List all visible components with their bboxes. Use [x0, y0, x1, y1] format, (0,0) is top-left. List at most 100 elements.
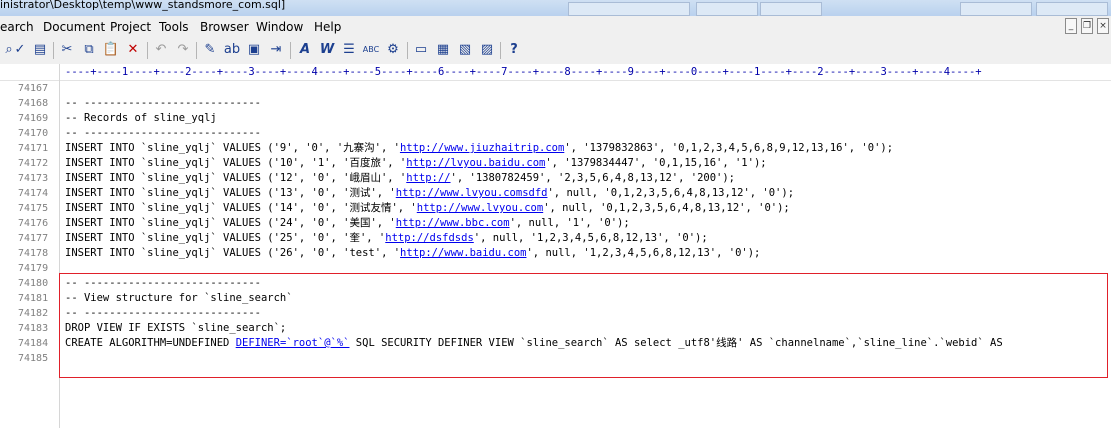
code-text: -- ---------------------------- — [65, 277, 261, 289]
line-number: 74180 — [18, 278, 49, 289]
format-italic-icon[interactable]: A — [296, 41, 314, 59]
code-text: -- Records of sline_yqlj — [65, 112, 217, 124]
redo-icon[interactable]: ↷ — [174, 41, 192, 59]
abc-icon[interactable]: ABC — [362, 41, 380, 59]
background-window-ghost — [568, 2, 690, 16]
code-line[interactable]: INSERT INTO `sline_yqlj` VALUES ('14', '… — [65, 201, 790, 216]
menu-project[interactable]: Project — [110, 20, 151, 34]
column-ruler: ----+----1----+----2----+----3----+----4… — [0, 64, 1111, 81]
code-text: ', null, '0,1,2,3,5,6,4,8,13,12', '0'); — [547, 187, 795, 199]
menu-window[interactable]: Window — [256, 20, 303, 34]
code-line[interactable]: INSERT INTO `sline_yqlj` VALUES ('24', '… — [65, 216, 630, 231]
code-text: -- ---------------------------- — [65, 97, 261, 109]
copy-icon[interactable]: ⧉ — [80, 41, 98, 59]
code-line[interactable]: INSERT INTO `sline_yqlj` VALUES ('9', '0… — [65, 141, 893, 156]
line-number: 74182 — [18, 308, 49, 319]
code-link[interactable]: http://www.bbc.com — [396, 217, 510, 229]
line-number: 74173 — [18, 173, 49, 184]
toolbar-separator — [53, 42, 54, 59]
undo-icon[interactable]: ↶ — [152, 41, 170, 59]
code-text: INSERT INTO `sline_yqlj` VALUES ('24', '… — [65, 217, 396, 229]
code-line[interactable]: -- ---------------------------- — [65, 96, 261, 111]
code-line[interactable]: -- ---------------------------- — [65, 126, 261, 141]
tools-icon[interactable]: ⚙ — [384, 41, 402, 59]
code-link[interactable]: DEFINER=`root`@`%` — [236, 337, 350, 349]
code-text: INSERT INTO `sline_yqlj` VALUES ('13', '… — [65, 187, 396, 199]
line-number: 74168 — [18, 98, 49, 109]
code-link[interactable]: http://www.lvyou.comsdfd — [396, 187, 548, 199]
code-line[interactable]: CREATE ALGORITHM=UNDEFINED DEFINER=`root… — [65, 336, 1003, 351]
line-number: 74176 — [18, 218, 49, 229]
cut-icon[interactable]: ✂ — [58, 41, 76, 59]
title-bar: inistrator\Desktop\temp\www_standsmore_c… — [0, 0, 1111, 16]
close-icon[interactable]: × — [1097, 18, 1109, 34]
find-in-files-icon[interactable]: ▣ — [245, 41, 263, 59]
code-editor[interactable]: -- ---------------------------- -- Record… — [65, 81, 1111, 428]
code-text: CREATE ALGORITHM=UNDEFINED — [65, 337, 236, 349]
code-link[interactable]: http://lvyou.baidu.com — [406, 157, 545, 169]
code-text: ', null, '1', '0'); — [509, 217, 630, 229]
toolbar-separator — [196, 42, 197, 59]
toolbar: ⌕ ✓ ▤ ✂ ⧉ 📋 ✕ ↶ ↷ ✎ ab ▣ ⇥ A W ☰ ABC ⚙ ▭… — [0, 38, 1111, 65]
code-text: ', null, '1,2,3,4,5,6,8,12,13', '0'); — [526, 247, 761, 259]
menu-document[interactable]: Document — [43, 20, 105, 34]
code-text: -- ---------------------------- — [65, 307, 261, 319]
spellcheck-icon[interactable]: ✓ — [11, 41, 29, 59]
line-number: 74174 — [18, 188, 49, 199]
code-text: INSERT INTO `sline_yqlj` VALUES ('26', '… — [65, 247, 401, 259]
help-icon[interactable]: ? — [505, 41, 523, 59]
document-window-controls: _ ❐ × — [1065, 18, 1109, 35]
code-line[interactable]: -- ---------------------------- — [65, 306, 261, 321]
menu-help[interactable]: Help — [314, 20, 341, 34]
delete-icon[interactable]: ✕ — [124, 41, 142, 59]
code-link[interactable]: http://dsfdsds — [385, 232, 474, 244]
code-line[interactable]: INSERT INTO `sline_yqlj` VALUES ('10', '… — [65, 156, 767, 171]
code-line[interactable]: INSERT INTO `sline_yqlj` VALUES ('26', '… — [65, 246, 760, 261]
replace-icon[interactable]: ab — [223, 41, 241, 59]
toolbar-separator — [290, 42, 291, 59]
menu-bar: earch Document Project Tools Browser Win… — [0, 16, 1111, 38]
code-text: INSERT INTO `sline_yqlj` VALUES ('12', '… — [65, 172, 407, 184]
code-line[interactable]: DROP VIEW IF EXISTS `sline_search`; — [65, 321, 286, 336]
code-link[interactable]: http://www.baidu.com — [400, 247, 526, 259]
line-number: 74171 — [18, 143, 49, 154]
line-number: 74172 — [18, 158, 49, 169]
panel3-icon[interactable]: ▧ — [456, 41, 474, 59]
line-number: 74178 — [18, 248, 49, 259]
toolbar-separator — [500, 42, 501, 59]
menu-tools[interactable]: Tools — [159, 20, 189, 34]
paste-icon[interactable]: 📋 — [102, 41, 120, 59]
format-w-icon[interactable]: W — [318, 41, 336, 59]
code-link[interactable]: http://www.jiuzhaitrip.com — [400, 142, 564, 154]
list-icon[interactable]: ☰ — [340, 41, 358, 59]
panel2-icon[interactable]: ▦ — [434, 41, 452, 59]
code-text: INSERT INTO `sline_yqlj` VALUES ('9', '0… — [65, 142, 400, 154]
code-text: INSERT INTO `sline_yqlj` VALUES ('25', '… — [65, 232, 386, 244]
reference-icon[interactable]: ▤ — [31, 41, 49, 59]
code-link[interactable]: http:// — [406, 172, 450, 184]
menu-search[interactable]: earch — [0, 20, 34, 34]
line-number: 74179 — [18, 263, 49, 274]
code-line[interactable]: INSERT INTO `sline_yqlj` VALUES ('12', '… — [65, 171, 735, 186]
code-text: DROP VIEW IF EXISTS `sline_search`; — [65, 322, 287, 334]
background-window-ghost — [760, 2, 822, 16]
code-text: ', null, '0,1,2,3,5,6,4,8,13,12', '0'); — [543, 202, 790, 214]
panel4-icon[interactable]: ▨ — [478, 41, 496, 59]
code-line[interactable]: -- Records of sline_yqlj — [65, 111, 217, 126]
code-text: ', null, '1,2,3,4,5,6,8,12,13', '0'); — [473, 232, 708, 244]
code-link[interactable]: http://www.lvyou.com — [417, 202, 543, 214]
minimize-icon[interactable]: _ — [1065, 18, 1077, 34]
restore-icon[interactable]: ❐ — [1081, 18, 1093, 34]
panel1-icon[interactable]: ▭ — [412, 41, 430, 59]
line-number: 74185 — [18, 353, 49, 364]
code-line[interactable]: -- ---------------------------- — [65, 276, 261, 291]
code-list-icon[interactable]: ⇥ — [267, 41, 285, 59]
line-number: 74170 — [18, 128, 49, 139]
find-icon[interactable]: ✎ — [201, 41, 219, 59]
code-text: -- View structure for `sline_search` — [65, 292, 293, 304]
code-line[interactable]: INSERT INTO `sline_yqlj` VALUES ('25', '… — [65, 231, 708, 246]
menu-browser[interactable]: Browser — [200, 20, 249, 34]
code-line[interactable]: INSERT INTO `sline_yqlj` VALUES ('13', '… — [65, 186, 794, 201]
ruler-text: ----+----1----+----2----+----3----+----4… — [65, 66, 982, 78]
code-line[interactable]: -- View structure for `sline_search` — [65, 291, 293, 306]
